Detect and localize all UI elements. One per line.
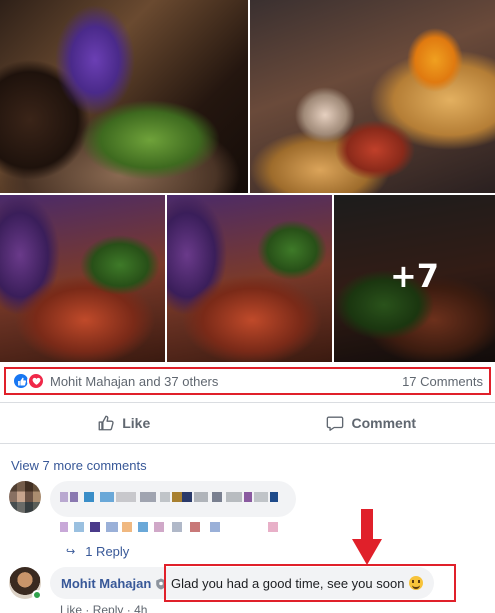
- smiley-emoji-icon: [409, 576, 424, 590]
- post-actions: Like Comment: [0, 402, 495, 444]
- comment-label: Comment: [351, 415, 417, 431]
- like-label: Like: [122, 415, 151, 431]
- annotation-arrow-icon: [352, 509, 382, 565]
- reply-text-highlight: Glad you had a good time, see you soon: [164, 564, 456, 602]
- reply-like-link[interactable]: Like: [60, 603, 82, 613]
- comment-count[interactable]: 17 Comments: [402, 374, 483, 389]
- censored-comment-meta: [60, 522, 290, 532]
- reactions-summary-highlight: Mohit Mahajan and 37 others 17 Comments: [4, 367, 491, 395]
- censored-comment-text: [60, 492, 290, 504]
- meta-separator: ·: [126, 603, 131, 613]
- like-button[interactable]: Like: [0, 403, 248, 443]
- reply-author-label: Mohit Mahajan: [61, 576, 152, 591]
- reply-reply-link[interactable]: Reply: [93, 603, 124, 613]
- reaction-names[interactable]: Mohit Mahajan and 37 others: [50, 374, 218, 389]
- comment-button[interactable]: Comment: [248, 403, 495, 443]
- photo-grid: +7: [0, 0, 495, 362]
- thumbs-up-icon: [98, 415, 114, 431]
- photo-3[interactable]: [0, 195, 165, 362]
- comment-bubble-icon: [327, 416, 344, 431]
- reply-author-name[interactable]: Mohit Mahajan: [61, 576, 167, 591]
- more-photos-count: +7: [389, 257, 440, 295]
- reply-text: Glad you had a good time, see you soon: [171, 575, 405, 591]
- photo-2[interactable]: [250, 0, 495, 193]
- reply-meta: Like · Reply · 4h: [60, 603, 147, 613]
- reply-arrow-icon: ↪: [66, 546, 76, 558]
- reply-count: 1 Reply: [85, 544, 130, 559]
- photo-4[interactable]: [167, 195, 332, 362]
- view-replies-link[interactable]: ↪ 1 Reply: [66, 544, 129, 559]
- view-more-comments-link[interactable]: View 7 more comments: [11, 458, 147, 473]
- photo-1[interactable]: [0, 0, 248, 193]
- photo-5-more[interactable]: +7: [334, 195, 495, 362]
- love-reaction-icon[interactable]: [27, 372, 45, 390]
- commenter-avatar-censored[interactable]: [9, 481, 41, 513]
- reply-timestamp[interactable]: 4h: [134, 603, 147, 613]
- meta-separator: ·: [85, 603, 90, 613]
- online-status-dot: [32, 590, 42, 600]
